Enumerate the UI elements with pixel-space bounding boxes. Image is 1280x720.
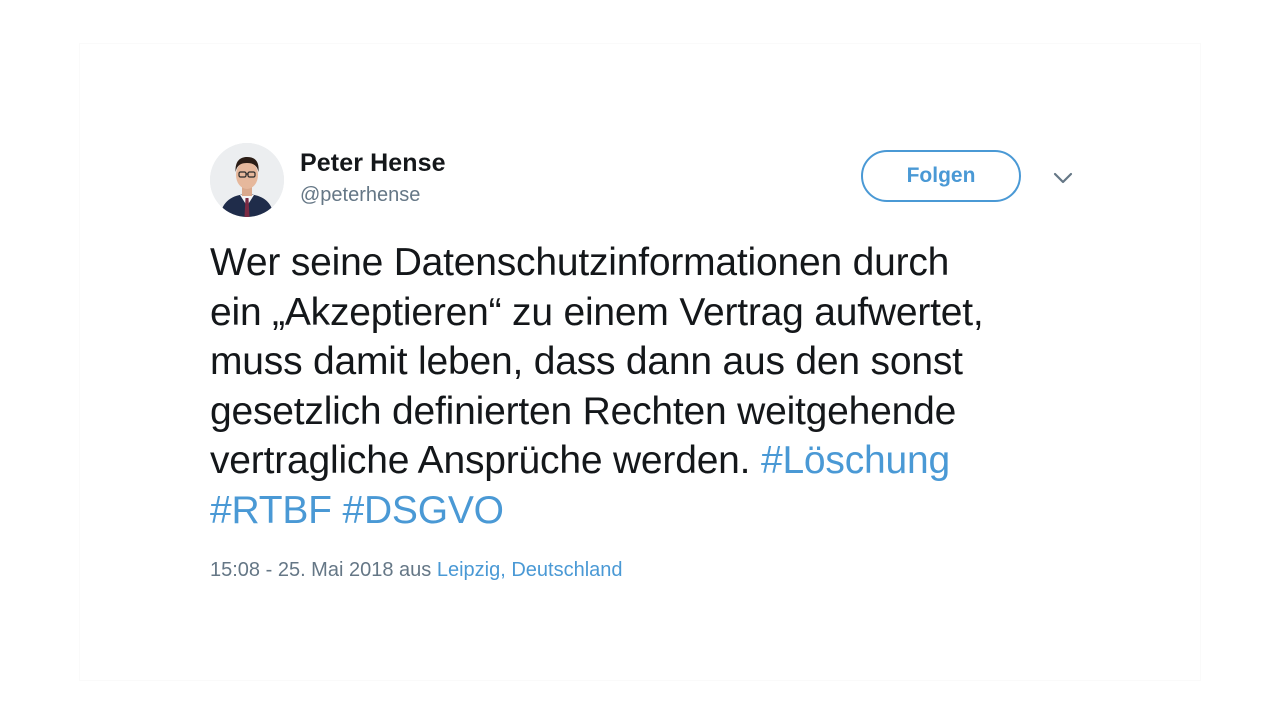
tweet-text-line: muss damit leben, dass dann aus den sons… xyxy=(210,340,963,383)
user-handle[interactable]: @peterhense xyxy=(300,184,420,207)
hashtag-rtbf[interactable]: #RTBF xyxy=(210,489,332,532)
chevron-down-icon[interactable] xyxy=(1050,165,1076,191)
tweet-text-line: gesetzlich definierten Rechten weitgehen… xyxy=(210,389,957,433)
user-name[interactable]: Peter Hense xyxy=(300,149,446,178)
tweet-text: Wer seine Datenschutzinformationen durch… xyxy=(210,238,1090,535)
tweet-text-line: Wer seine Datenschutzinformationen durch xyxy=(210,241,950,284)
tweet-meta: 15:08 - 25. Mai 2018 aus Leipzig, Deutsc… xyxy=(210,559,1090,582)
avatar[interactable] xyxy=(210,143,284,217)
hashtag-dsgvo[interactable]: #DSGVO xyxy=(342,489,504,532)
tweet-timestamp[interactable]: 15:08 - 25. Mai 2018 xyxy=(210,559,393,581)
tweet-from-label: aus xyxy=(399,559,432,581)
follow-button[interactable]: Folgen xyxy=(861,150,1021,202)
tweet-text-line: vertragliche Ansprüche werden. xyxy=(210,439,751,482)
tweet: Peter Hense @peterhense Folgen Wer seine… xyxy=(210,143,1090,582)
tweet-text-line: ein „Akzeptieren“ zu einem Vertrag aufwe… xyxy=(210,290,984,334)
hashtag-loeschung[interactable]: #Löschung xyxy=(761,439,950,482)
tweet-header: Peter Hense @peterhense Folgen xyxy=(210,143,1090,219)
tweet-location[interactable]: Leipzig, Deutschland xyxy=(437,559,623,581)
avatar-photo xyxy=(210,143,284,217)
